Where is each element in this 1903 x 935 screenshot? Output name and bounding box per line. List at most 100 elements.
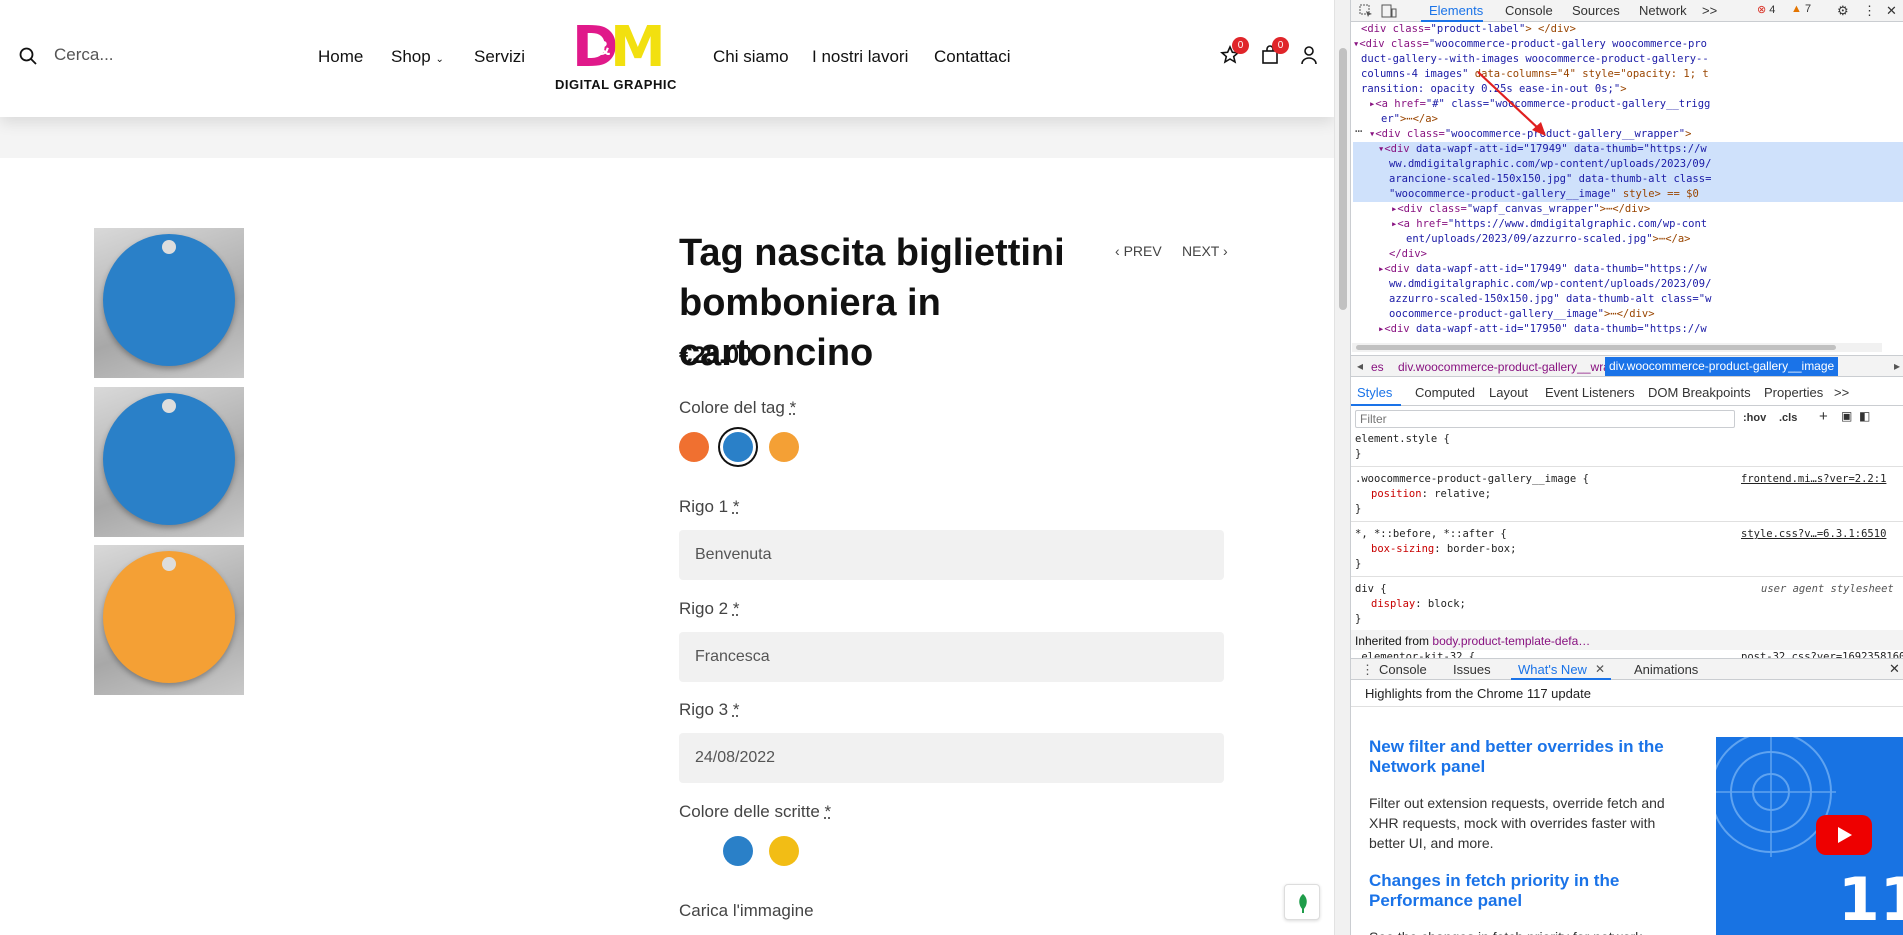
color-palette-icon[interactable]: ▣	[1841, 409, 1852, 423]
swatch-light-orange[interactable]	[769, 432, 799, 462]
dom-node-line[interactable]: ▸<div data-wapf-att-id="17949" data-thum…	[1353, 262, 1903, 277]
drawer-tab-animations[interactable]: Animations	[1634, 662, 1698, 677]
rigo1-input[interactable]	[679, 530, 1224, 580]
dom-node-line[interactable]: ▾<div class="woocommerce-product-gallery…	[1353, 127, 1903, 142]
dom-node-line[interactable]: ▾<div class="woocommerce-product-gallery…	[1353, 37, 1903, 52]
dom-node-line[interactable]: ▾<div data-wapf-att-id="17949" data-thum…	[1353, 142, 1903, 157]
text-swatch-blue[interactable]	[723, 836, 753, 866]
dom-node-line[interactable]: oocommerce-product-gallery__image">⋯</di…	[1353, 307, 1903, 322]
drawer-tab-whats-new[interactable]: What's New	[1518, 662, 1587, 677]
drawer-menu-icon[interactable]: ⋮	[1361, 662, 1374, 678]
subtab-event-listeners[interactable]: Event Listeners	[1545, 385, 1635, 400]
dom-tree-hscrollbar-thumb[interactable]	[1356, 345, 1836, 350]
device-toolbar-icon[interactable]	[1381, 4, 1397, 18]
search-input[interactable]	[54, 45, 234, 65]
dom-node-line[interactable]: ▸<div class="wapf_canvas_wrapper">⋯</div…	[1353, 202, 1903, 217]
nav-servizi[interactable]: Servizi	[474, 47, 525, 67]
drawer-tab-issues[interactable]: Issues	[1453, 662, 1491, 677]
styles-filter-input[interactable]	[1355, 410, 1735, 428]
swatch-orange[interactable]	[679, 432, 709, 462]
nav-contattaci[interactable]: Contattaci	[934, 47, 1011, 67]
universal-rule[interactable]: *, *::before, *::after {style.css?v…=6.3…	[1355, 527, 1895, 542]
error-counter[interactable]: ⊗ 4	[1757, 3, 1775, 16]
gear-icon[interactable]: ⚙	[1837, 3, 1849, 19]
kebab-menu-icon[interactable]: ⋮	[1863, 3, 1876, 19]
rule-declaration[interactable]: box-sizing: border-box;	[1371, 542, 1516, 557]
rule-source-link[interactable]: style.css?v…=6.3.1:6510	[1741, 527, 1886, 542]
rigo3-input[interactable]	[679, 733, 1224, 783]
dom-tree-hscrollbar[interactable]	[1352, 343, 1882, 352]
dom-node-line[interactable]: ww.dmdigitalgraphic.com/wp-content/uploa…	[1353, 157, 1903, 172]
subtab-styles[interactable]: Styles	[1357, 385, 1392, 400]
subtab-properties[interactable]: Properties	[1764, 385, 1823, 400]
nav-shop[interactable]: Shop ⌄	[391, 47, 444, 67]
swatch-blue-selected[interactable]	[723, 432, 753, 462]
dom-node-line[interactable]: "woocommerce-product-gallery__image" sty…	[1353, 187, 1903, 202]
whats-new-item1-title[interactable]: New filter and better overrides in the N…	[1369, 737, 1679, 777]
dom-node-line[interactable]: duct-gallery--with-images woocommerce-pr…	[1353, 52, 1903, 67]
class-toggle[interactable]: .cls	[1779, 412, 1797, 424]
subtab-dom-breakpoints[interactable]: DOM Breakpoints	[1648, 385, 1751, 400]
nav-i-nostri-lavori[interactable]: I nostri lavori	[812, 47, 908, 67]
crumb-gallery-image[interactable]: div.woocommerce-product-gallery__image	[1605, 357, 1839, 376]
drawer-tab-console[interactable]: Console	[1379, 662, 1427, 677]
next-product-link[interactable]: NEXT ›	[1182, 243, 1228, 259]
dom-node-line[interactable]: <div class="product-label"> </div>	[1353, 22, 1903, 37]
dom-node-line[interactable]: ent/uploads/2023/09/azzurro-scaled.jpg">…	[1353, 232, 1903, 247]
gallery-thumbnail-3[interactable]	[94, 545, 244, 695]
dom-node-line[interactable]: </div>	[1353, 247, 1903, 262]
crumbs-scroll-right-icon[interactable]: ▸	[1894, 359, 1900, 373]
tab-sources[interactable]: Sources	[1572, 3, 1620, 18]
warning-counter[interactable]: ▲ 7	[1791, 3, 1811, 15]
dom-node-line[interactable]: ▸<a href="#" class="woocommerce-product-…	[1353, 97, 1903, 112]
cart-button[interactable]: 0	[1260, 37, 1289, 70]
tab-network[interactable]: Network	[1639, 3, 1687, 18]
toggle-sidebar-icon[interactable]: ◧	[1859, 409, 1870, 423]
hover-state-toggle[interactable]: :hov	[1743, 412, 1766, 424]
nav-home[interactable]: Home	[318, 47, 363, 67]
dom-node-line[interactable]: er">⋯</a>	[1353, 112, 1903, 127]
gallery-thumbnail-2[interactable]	[94, 387, 244, 537]
text-swatch-yellow[interactable]	[769, 836, 799, 866]
prev-product-link[interactable]: ‹ PREV	[1115, 243, 1162, 259]
subtab-layout[interactable]: Layout	[1489, 385, 1528, 400]
close-devtools-icon[interactable]: ✕	[1886, 3, 1897, 19]
inspect-element-icon[interactable]	[1359, 4, 1373, 18]
inherited-selector[interactable]: body.product-template-defa…	[1432, 634, 1590, 648]
youtube-play-button[interactable]	[1816, 815, 1872, 855]
cookie-settings-button[interactable]	[1284, 884, 1320, 920]
more-subtabs-button[interactable]: >>	[1834, 385, 1849, 400]
gallery-thumbnail-1[interactable]	[94, 228, 244, 378]
tab-console[interactable]: Console	[1505, 3, 1553, 18]
rule-source-link[interactable]: frontend.mi…s?ver=2.2:1	[1741, 472, 1886, 487]
dom-node-line[interactable]: ransition: opacity 0.25s ease-in-out 0s;…	[1353, 82, 1903, 97]
dom-node-line[interactable]: arancione-scaled-150x150.jpg" data-thumb…	[1353, 172, 1903, 187]
account-button[interactable]	[1300, 45, 1318, 70]
more-tabs-button[interactable]: >>	[1702, 3, 1717, 18]
search-icon[interactable]	[19, 47, 37, 65]
wishlist-button[interactable]: 0	[1220, 37, 1249, 70]
whats-new-item2-title[interactable]: Changes in fetch priority in the Perform…	[1369, 871, 1679, 911]
close-drawer-icon[interactable]: ✕	[1889, 661, 1900, 677]
subtab-computed[interactable]: Computed	[1415, 385, 1475, 400]
dom-node-line[interactable]: azzurro-scaled-150x150.jpg" data-thumb-a…	[1353, 292, 1903, 307]
nav-chi-siamo[interactable]: Chi siamo	[713, 47, 789, 67]
node-actions-icon[interactable]: ⋯	[1355, 124, 1362, 139]
rigo2-input[interactable]	[679, 632, 1224, 682]
page-scrollbar[interactable]	[1334, 0, 1350, 935]
gallery-image-rule[interactable]: .woocommerce-product-gallery__image {fro…	[1355, 472, 1895, 487]
dom-node-line[interactable]: ▸<a href="https://www.dmdigitalgraphic.c…	[1353, 217, 1903, 232]
add-rule-icon[interactable]: +	[1819, 408, 1828, 425]
site-logo[interactable]: D M & DIGITAL GRAPHIC	[552, 20, 682, 93]
close-tab-icon[interactable]: ✕	[1595, 662, 1605, 676]
dom-node-line[interactable]: ▸<div data-wapf-att-id="17950" data-thum…	[1353, 322, 1903, 337]
whats-new-video-thumbnail[interactable]: 11	[1716, 737, 1903, 935]
crumbs-scroll-left-icon[interactable]: ◂	[1357, 359, 1363, 373]
element-style-rule[interactable]: element.style {	[1355, 432, 1450, 447]
rule-declaration[interactable]: position: relative;	[1371, 487, 1491, 502]
crumb-gallery-wrapper[interactable]: div.woocommerce-product-gallery__wrapper	[1398, 360, 1634, 374]
dom-node-line[interactable]: ww.dmdigitalgraphic.com/wp-content/uploa…	[1353, 277, 1903, 292]
page-scrollbar-thumb[interactable]	[1339, 48, 1347, 310]
tab-elements[interactable]: Elements	[1429, 3, 1483, 18]
crumb-truncated[interactable]: es	[1371, 360, 1384, 374]
